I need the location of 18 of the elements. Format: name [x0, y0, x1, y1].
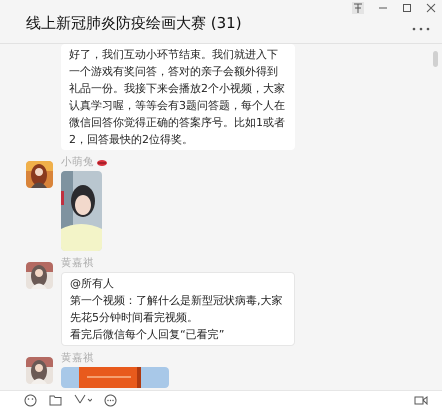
message-text: @所有人 [70, 276, 115, 292]
more-icon[interactable] [412, 27, 430, 31]
emoji-icon[interactable] [24, 394, 37, 406]
video-call-icon[interactable] [414, 395, 428, 405]
close-icon[interactable] [426, 3, 436, 13]
sender-name: 小萌兔 [61, 156, 94, 169]
message-text: 看完后微信每个人回复“已看完” [70, 327, 226, 343]
chat-icon[interactable] [104, 394, 117, 406]
scrollbar-thumb[interactable] [433, 51, 438, 67]
sender-name: 黄嘉祺 [61, 352, 94, 365]
folder-icon[interactable] [49, 394, 62, 406]
message-text: 第一个视频：了解什么是新型冠状病毒,大家先花5分钟时间看完视频。 [70, 293, 284, 326]
sender-name: 黄嘉祺 [61, 257, 94, 270]
maximize-icon[interactable] [402, 3, 412, 13]
message-text: 好了，我们互动小环节结束。我们就进入下一个游戏有奖问答，答对的亲子会额外得到礼品一份。我接下来会播放2个小视频，大家认真学习喔，等等会有3题问答题，每个人在微信回答你觉得正确的答案序号。比如1或者2，回答最快的2位得奖。 [69, 47, 286, 148]
lips-icon [97, 160, 107, 166]
pin-icon[interactable] [352, 2, 364, 14]
window-title: 线上新冠肺炎防疫绘画大赛 (31) [26, 13, 242, 34]
